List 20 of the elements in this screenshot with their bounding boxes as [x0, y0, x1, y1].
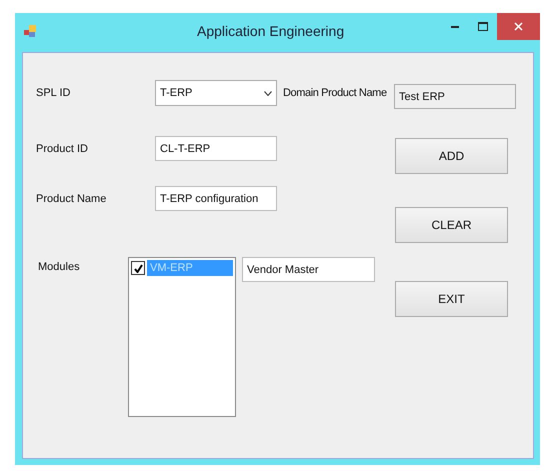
product-name-field[interactable]: T-ERP configuration	[155, 186, 277, 211]
modules-label: Modules	[37, 261, 81, 273]
product-id-field[interactable]: CL-T-ERP	[155, 136, 277, 161]
spl-id-label: SPL ID	[36, 87, 72, 99]
product-name-label: Product Name	[36, 192, 108, 204]
module-description-field[interactable]: Vendor Master	[242, 257, 375, 282]
maximize-icon	[478, 22, 488, 31]
app-icon	[24, 25, 37, 38]
domain-product-name-field[interactable]: Test ERP	[394, 84, 516, 109]
close-icon	[514, 22, 523, 31]
action-button[interactable]: ADD	[395, 138, 508, 174]
domain-product-name-label: Domain Product Name	[282, 87, 388, 99]
checkbox[interactable]	[131, 261, 145, 275]
spl-id-dropdown[interactable]: T-ERP	[155, 80, 277, 106]
action-button[interactable]: CLEAR	[395, 207, 508, 243]
minimize-icon	[451, 25, 459, 28]
chevron-icon	[264, 90, 272, 96]
window-title: Application Engineering	[197, 23, 344, 39]
action-button[interactable]: EXIT	[395, 281, 508, 317]
product-id-label: Product ID	[36, 142, 89, 154]
